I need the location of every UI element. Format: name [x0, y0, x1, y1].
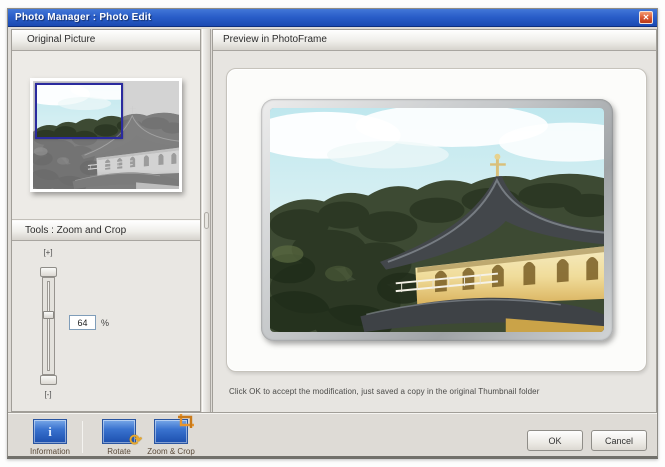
photoframe-card [226, 68, 647, 372]
zoom-percent-input[interactable] [69, 315, 96, 330]
zoom-slider-track[interactable] [42, 277, 55, 375]
splitter-handle-icon[interactable] [204, 212, 209, 229]
close-button[interactable]: ✕ [639, 11, 653, 24]
information-label: Information [24, 447, 76, 456]
original-thumbnail[interactable] [30, 78, 182, 192]
toolbar-item-zoom-crop[interactable]: Zoom & Crop [145, 419, 197, 456]
original-picture-panel: Original Picture Tools : Zoom and Crop [… [11, 29, 201, 412]
original-picture-header: Original Picture [12, 30, 200, 51]
crop-color-photo [35, 83, 123, 139]
preview-caption: Click OK to accept the modification, jus… [229, 387, 649, 396]
tools-header: Tools : Zoom and Crop [12, 220, 200, 241]
zoom-in-label: [+] [39, 248, 57, 257]
information-icon: i [33, 419, 67, 444]
zoom-crop-label: Zoom & Crop [145, 447, 197, 456]
zoom-slider-thumb[interactable] [43, 311, 54, 319]
toolbar-item-information[interactable]: i Information [24, 419, 76, 456]
thumbnail-area [12, 51, 200, 220]
photoframe-border [261, 99, 613, 341]
zoom-out-label: [-] [39, 390, 57, 399]
info-glyph: i [48, 424, 52, 440]
zoom-crop-icon [154, 419, 188, 444]
zoom-percent-group: % [69, 315, 109, 330]
preview-header: Preview in PhotoFrame [213, 30, 656, 51]
toolbar-separator [82, 421, 83, 453]
crop-marks-icon [177, 413, 195, 429]
screenshot-canvas: Photo Manager : Photo Edit ✕ Original Pi… [0, 0, 665, 467]
ok-button[interactable]: OK [527, 430, 583, 451]
window-title: Photo Manager : Photo Edit [8, 12, 151, 23]
close-icon: ✕ [643, 13, 650, 22]
toolbar-items: i Information ⟳ Rotate [8, 413, 197, 456]
thumbnail-image [33, 81, 179, 189]
preview-photo [270, 108, 604, 332]
preview-area: Click OK to accept the modification, jus… [213, 51, 656, 412]
cancel-button[interactable]: Cancel [591, 430, 647, 451]
dialog-buttons: OK Cancel [527, 413, 657, 451]
percent-label: % [101, 318, 109, 328]
panel-splitter[interactable] [202, 29, 211, 412]
zoom-in-button[interactable] [40, 267, 57, 277]
zoom-out-button[interactable] [40, 375, 57, 385]
title-bar[interactable]: Photo Manager : Photo Edit ✕ [8, 9, 657, 27]
rotate-icon: ⟳ [102, 419, 136, 444]
photo-edit-dialog: Photo Manager : Photo Edit ✕ Original Pi… [7, 8, 658, 459]
rotate-arrow-icon: ⟳ [129, 431, 142, 449]
zoom-slider-section: [+] [-] % [12, 241, 200, 411]
slider-groove [47, 281, 50, 371]
crop-selection-rect[interactable] [35, 83, 123, 139]
preview-panel: Preview in PhotoFrame Click OK to accept… [212, 29, 657, 412]
toolbar-item-rotate[interactable]: ⟳ Rotate [93, 419, 145, 456]
bottom-toolbar: i Information ⟳ Rotate [8, 412, 657, 456]
